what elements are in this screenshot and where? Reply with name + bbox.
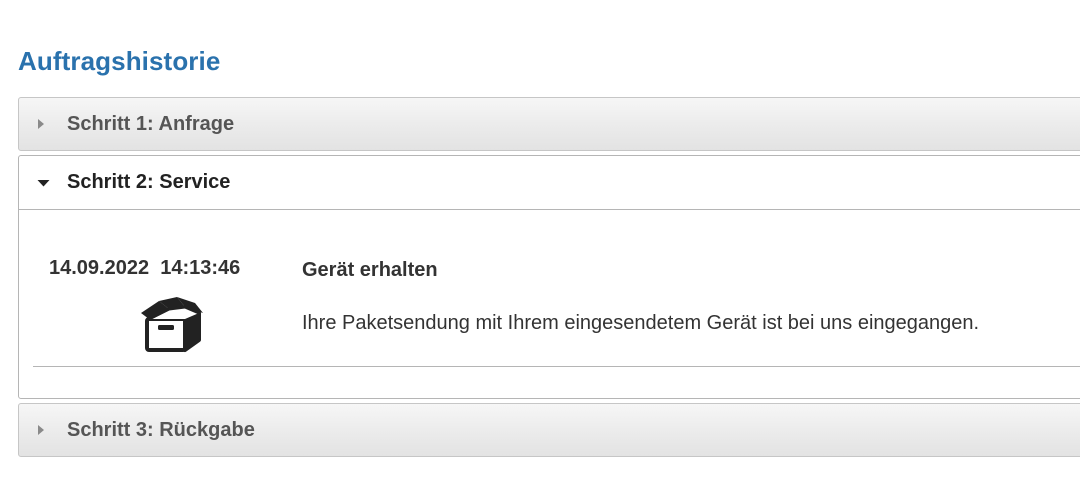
accordion-step-1: Schritt 1: Anfrage bbox=[18, 97, 1080, 151]
entry-datetime: 14.09.2022 14:13:46 bbox=[49, 257, 241, 279]
entry-description: Ihre Paketsendung mit Ihrem eingesendete… bbox=[302, 312, 980, 334]
triangle-down-icon bbox=[37, 179, 67, 187]
entry-title: Gerät erhalten bbox=[302, 259, 438, 281]
triangle-right-icon bbox=[37, 118, 67, 130]
accordion-step-2: Schritt 2: Service 14.09.2022 14:13:46 G… bbox=[18, 155, 1080, 399]
package-received-icon bbox=[139, 295, 205, 353]
accordion-header-step-3[interactable]: Schritt 3: Rückgabe bbox=[19, 404, 1080, 456]
history-entry: 14.09.2022 14:13:46 Gerät erhalten Ihre … bbox=[33, 209, 1080, 367]
page-title: Auftragshistorie bbox=[18, 46, 221, 76]
accordion-step-3: Schritt 3: Rückgabe bbox=[18, 403, 1080, 457]
accordion-label-step-2: Schritt 2: Service bbox=[67, 171, 231, 193]
accordion-label-step-1: Schritt 1: Anfrage bbox=[67, 112, 235, 135]
triangle-right-icon bbox=[37, 424, 67, 436]
accordion-header-step-2[interactable]: Schritt 2: Service bbox=[19, 156, 1080, 210]
accordion-header-step-1[interactable]: Schritt 1: Anfrage bbox=[19, 98, 1080, 150]
accordion-label-step-3: Schritt 3: Rückgabe bbox=[67, 418, 255, 441]
